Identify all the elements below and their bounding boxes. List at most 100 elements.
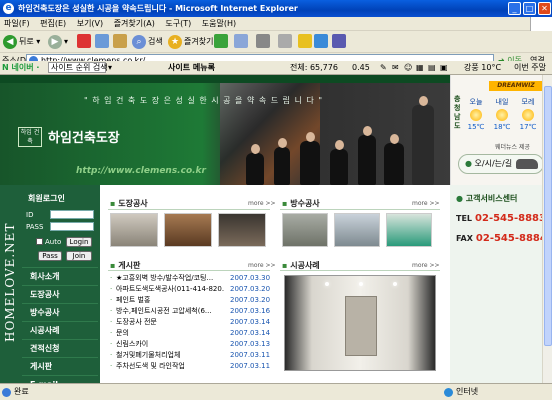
edit-icon[interactable] <box>278 34 292 48</box>
zone-label: 인터넷 <box>456 387 479 396</box>
board-row[interactable]: 도장공사 전문2007.03.14 <box>110 317 270 327</box>
print-icon[interactable] <box>256 34 270 48</box>
banner-url: http://www.clemens.co.kr <box>76 166 206 176</box>
back-button[interactable]: ◀ 뒤로 ▾ <box>3 34 40 50</box>
banner-slogan: " 하 임 건 축 도 장 은 성 실 한 시 공 을 약 속 드 립 니 다 … <box>84 96 324 105</box>
menu-view[interactable]: 보기(V) <box>73 17 107 31</box>
menu-file[interactable]: 파일(F) <box>0 17 34 31</box>
person-figure <box>358 126 376 185</box>
board-row[interactable]: 페인트 벌홍2007.03.20 <box>110 295 270 305</box>
board-row[interactable]: 문의2007.03.14 <box>110 328 270 338</box>
site-menu-label[interactable]: 사이트 메뉴록 <box>168 61 215 74</box>
weather-day: 오늘 15℃ <box>467 98 485 131</box>
pass-button[interactable]: Pass <box>38 251 62 261</box>
window-title: 하임건축도장은 성실한 시공을 약속드립니다 - Microsoft Inter… <box>18 4 298 13</box>
forward-button[interactable]: ▶ ▾ <box>48 34 68 50</box>
ceiling-light <box>325 282 329 286</box>
nav-painting[interactable]: 도장공사 <box>22 285 98 302</box>
research-icon[interactable] <box>332 34 346 48</box>
nav-company[interactable]: 회사소개 <box>22 267 98 284</box>
fax-number: FAX 02-545-8884 <box>456 233 547 244</box>
person-figure <box>300 132 320 185</box>
waterproof-more-link[interactable]: more >> <box>412 200 440 207</box>
cart-icon[interactable]: ▤ <box>428 61 436 74</box>
cases-more-link[interactable]: more >> <box>412 262 440 269</box>
weather-day: 내일 18℃ <box>493 98 511 131</box>
weekend-label[interactable]: 이번 주말 <box>514 61 546 74</box>
join-button[interactable]: Join <box>66 251 92 261</box>
box-icon[interactable]: ▦ <box>416 61 424 74</box>
people-icon[interactable]: ☺ <box>404 61 412 74</box>
person-figure <box>330 140 348 185</box>
nav-waterproof[interactable]: 방수공사 <box>22 303 98 320</box>
messenger-icon[interactable] <box>314 34 328 48</box>
divider <box>108 209 270 210</box>
naver-logo[interactable]: N 네이버 · <box>2 61 39 74</box>
minimize-button[interactable]: _ <box>508 2 521 15</box>
login-button[interactable]: Login <box>66 237 92 247</box>
board-more-link[interactable]: more >> <box>248 262 276 269</box>
painting-thumbnail[interactable] <box>164 213 212 247</box>
banner-stripe <box>0 75 450 83</box>
waterproof-thumbnail[interactable] <box>334 213 380 247</box>
back-arrow-icon: ◀ <box>3 34 17 49</box>
search-dropdown-icon[interactable]: ▾ <box>108 61 112 74</box>
scrollbar-thumb[interactable] <box>544 86 552 346</box>
company-logo: 하임 건축 <box>18 127 42 147</box>
board-row[interactable]: ★고흥외벽 방수/발수작업/코팅...2007.03.30 <box>110 273 270 283</box>
sun-icon <box>522 109 534 121</box>
left-navigation: HOMELOVE.NET 회원로그인 ID PASS Auto Login Pa… <box>0 185 100 383</box>
pen-icon[interactable]: ✎ <box>380 61 387 74</box>
mail-small-icon[interactable]: ✉ <box>392 61 399 74</box>
menu-tools[interactable]: 도구(T) <box>161 17 195 31</box>
login-title: 회원로그인 <box>28 194 65 203</box>
person-figure <box>384 134 404 185</box>
menu-help[interactable]: 도움말(H) <box>198 17 240 31</box>
nav-board[interactable]: 게시판 <box>22 357 98 374</box>
board-row[interactable]: 신림스카이2007.03.13 <box>110 339 270 349</box>
menu-favorites[interactable]: 즐겨찾기(A) <box>110 17 159 31</box>
auto-label: Auto <box>45 238 62 246</box>
close-button[interactable]: ✕ <box>538 2 551 15</box>
tv-icon[interactable]: ▣ <box>440 61 448 74</box>
refresh-icon[interactable] <box>95 34 109 48</box>
search-button[interactable]: ⌕ 검색 <box>132 34 163 50</box>
window-title-bar[interactable]: e 하임건축도장은 성실한 시공을 약속드립니다 - Microsoft Int… <box>0 0 552 17</box>
weather-brand[interactable]: DREAMWIZ <box>489 81 543 91</box>
painting-thumbnail[interactable] <box>110 213 158 247</box>
menu-bar: 파일(F) 편집(E) 보기(V) 즐겨찾기(A) 도구(T) 도움말(H) <box>0 17 552 31</box>
board-row[interactable]: 아파트도색도색공사(011-414-820...2007.03.20 <box>110 284 270 294</box>
stop-icon[interactable] <box>77 34 91 48</box>
menu-edit[interactable]: 편집(E) <box>36 17 70 31</box>
directions-bullet-icon: ● <box>465 159 472 168</box>
maximize-button[interactable]: □ <box>523 2 536 15</box>
board-row[interactable]: 주차선도색 및 라인작업2007.03.11 <box>110 361 270 371</box>
board-row[interactable]: 방수,페인트시공전 고압세척(6...2007.03.16 <box>110 306 270 316</box>
painting-thumbnail[interactable] <box>218 213 266 247</box>
board-row[interactable]: 철거및폐기물처리업체2007.03.11 <box>110 350 270 360</box>
nav-estimate[interactable]: 견적신청 <box>22 339 98 356</box>
waterproof-thumbnail[interactable] <box>282 213 328 247</box>
favorites-button[interactable]: ★ 즐겨찾기 <box>168 34 213 50</box>
mail-icon[interactable] <box>234 34 248 48</box>
nav-cases[interactable]: 시공사례 <box>22 321 98 338</box>
discuss-icon[interactable] <box>298 34 312 48</box>
page-content: " 하 임 건 축 도 장 은 성 실 한 시 공 을 약 속 드 립 니 다 … <box>0 75 552 383</box>
directions-button[interactable]: ● 오/시/는/길 <box>458 154 544 174</box>
service-title: ● 고객서비스센터 <box>456 194 518 203</box>
history-icon[interactable] <box>214 34 228 48</box>
nav-email[interactable]: E-mail <box>22 375 98 383</box>
painting-more-link[interactable]: more >> <box>248 200 276 207</box>
auto-login-checkbox[interactable] <box>36 238 43 245</box>
ceiling-light <box>393 282 397 286</box>
weather-value: 강풍 10°C <box>464 63 502 72</box>
naver-search-input[interactable]: 사이트 순위 검색 <box>48 62 108 73</box>
vertical-scrollbar[interactable] <box>542 75 552 383</box>
id-input[interactable] <box>50 210 94 219</box>
password-input[interactable] <box>50 222 94 231</box>
case-photo[interactable] <box>284 275 436 371</box>
home-icon[interactable] <box>113 34 127 48</box>
waterproof-thumbnail[interactable] <box>386 213 432 247</box>
waterproof-title[interactable]: 방수공사 <box>282 198 319 209</box>
painting-title[interactable]: 도장공사 <box>110 198 147 209</box>
